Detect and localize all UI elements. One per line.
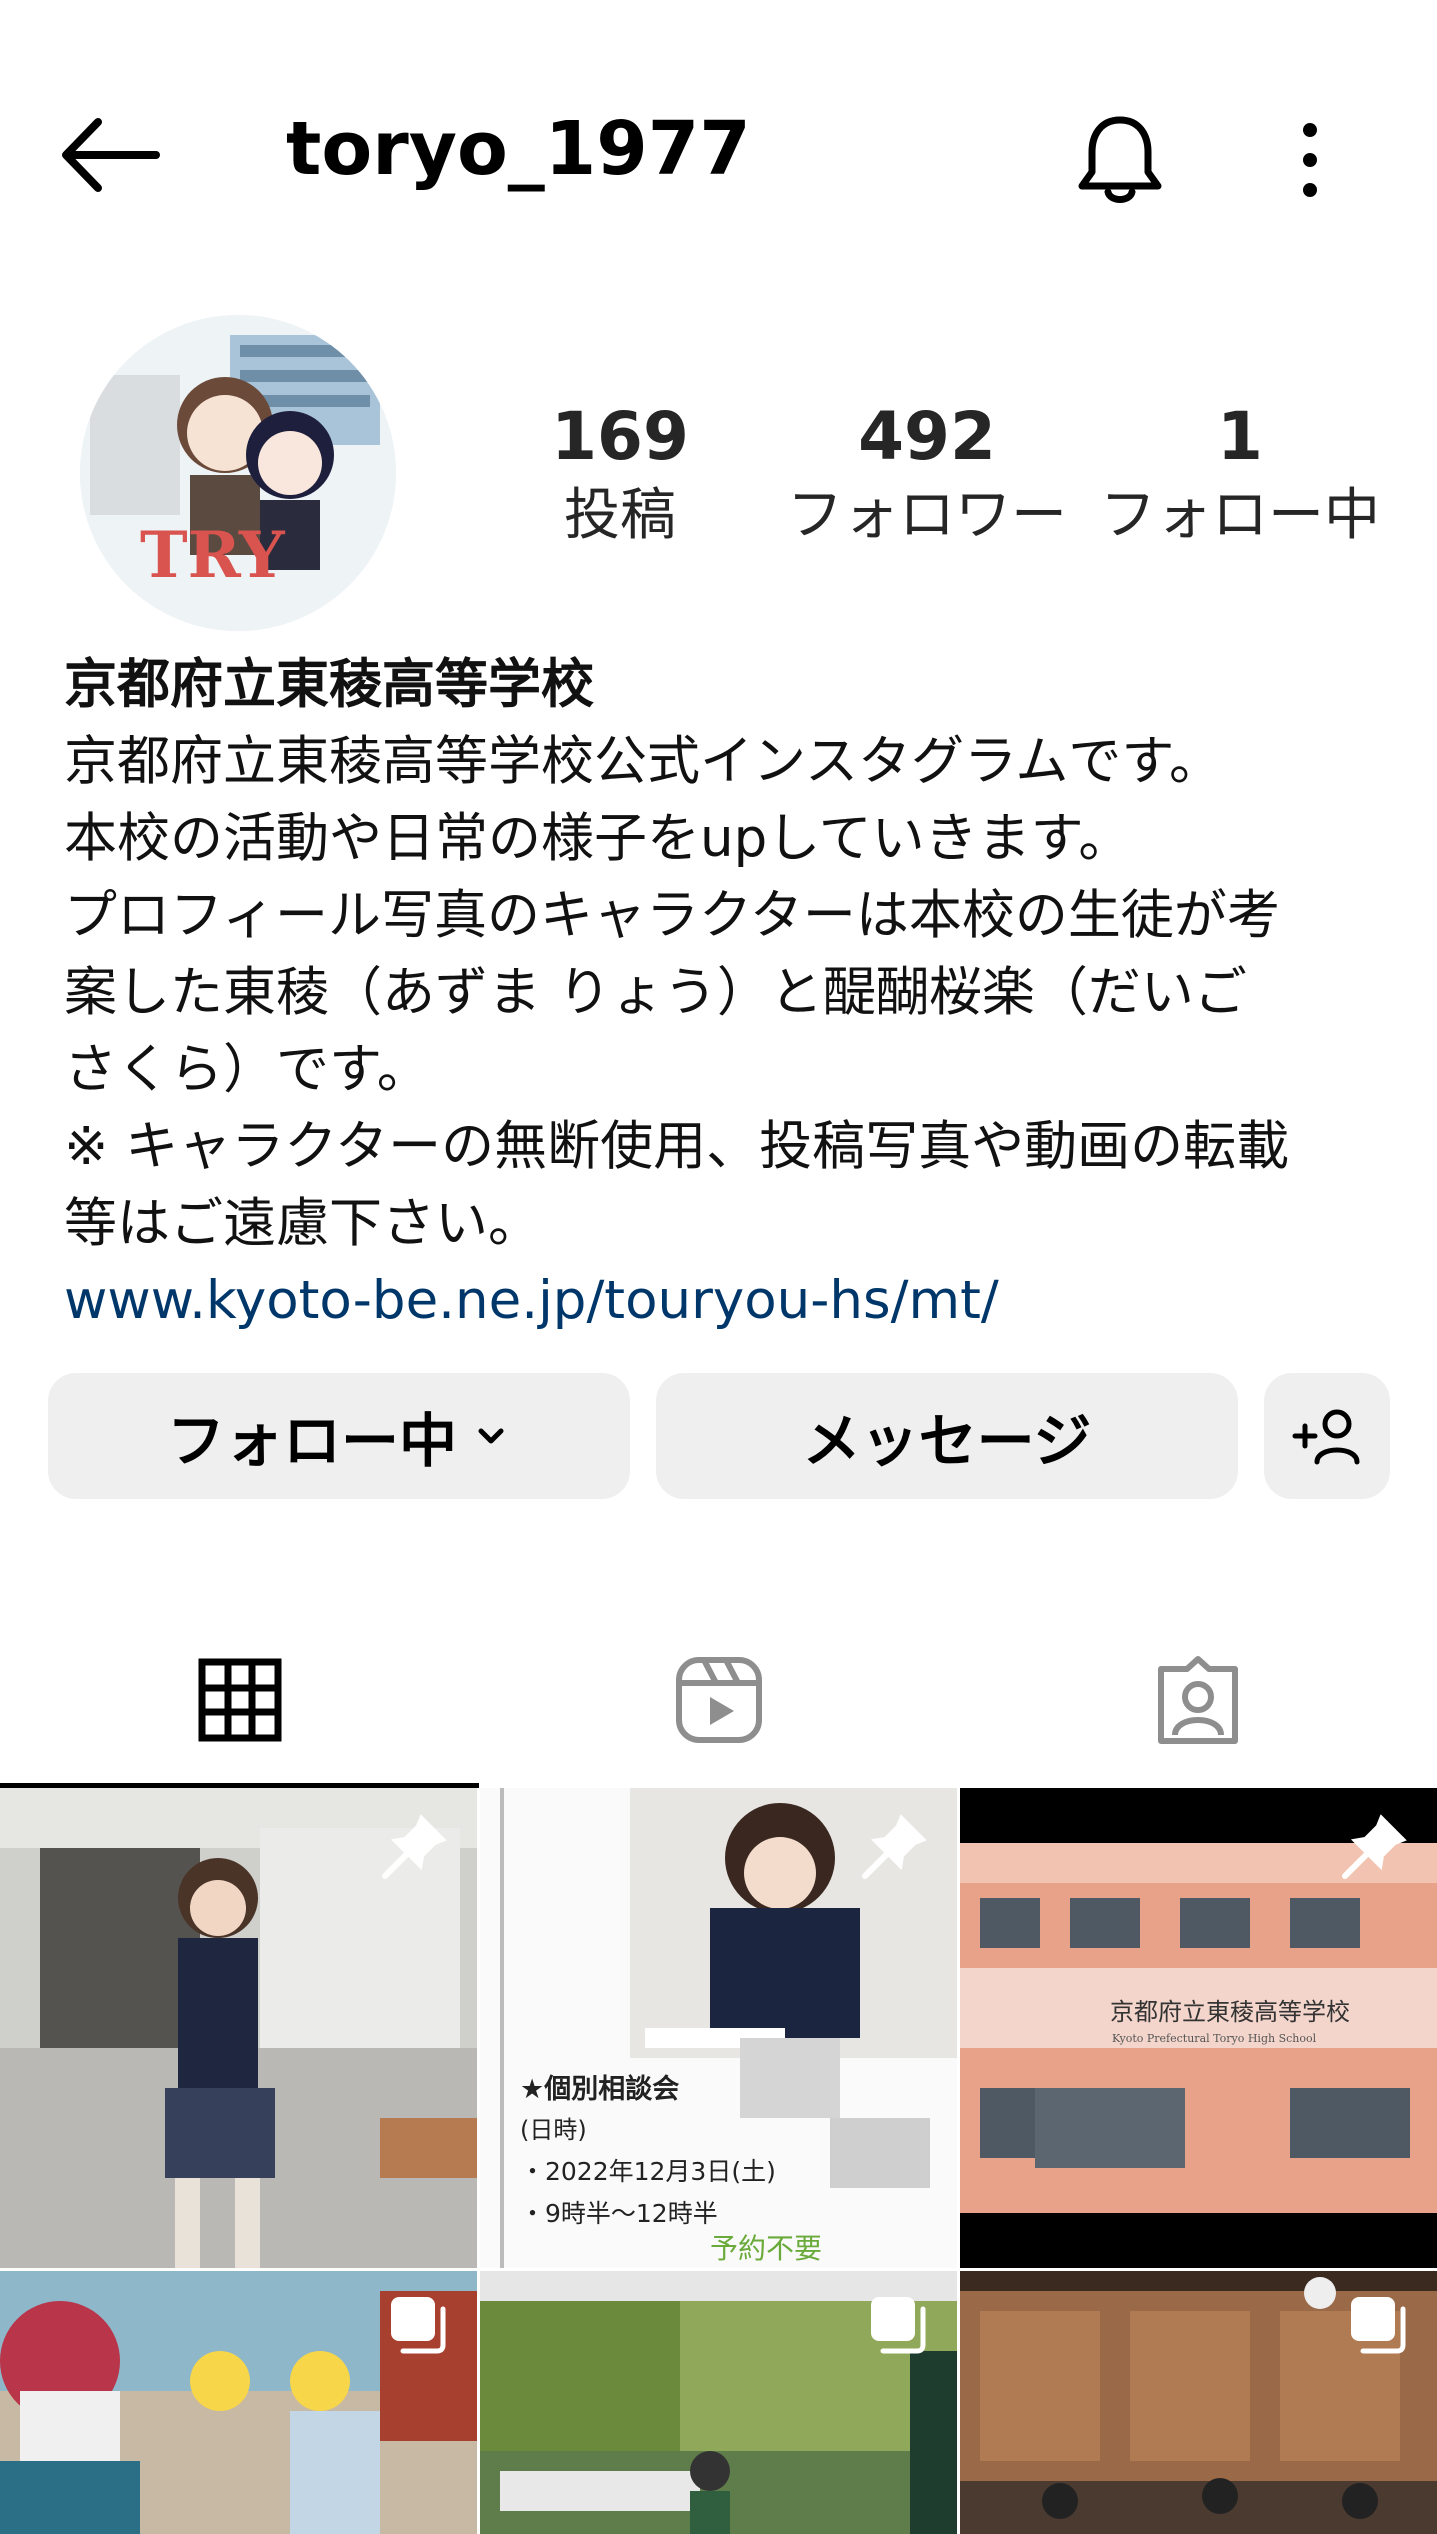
multiple-photos-icon	[871, 2297, 926, 2354]
profile-bio: 京都府立東稜高等学校 京都府立東稜高等学校公式インスタグラムです。 本校の活動や…	[64, 646, 1404, 1339]
svg-text:・2022年12月3日(土): ・2022年12月3日(土)	[520, 2157, 776, 2186]
following-button-label: フォロー中	[166, 1407, 457, 1475]
bio-line: 京都府立東稜高等学校公式インスタグラムです。	[64, 731, 1223, 792]
svg-text:TRY: TRY	[140, 518, 286, 593]
back-button[interactable]	[56, 110, 166, 200]
posts-count-value: 169	[551, 398, 689, 475]
post-thumbnail[interactable]	[960, 2271, 1437, 2534]
svg-text:★個別相談会: ★個別相談会	[520, 2073, 679, 2105]
svg-text:京都府立東稜高等学校: 京都府立東稜高等学校	[1110, 1998, 1350, 2026]
tab-posts-grid[interactable]	[0, 1610, 479, 1790]
followers-count-value: 492	[858, 398, 996, 475]
pin-icon	[862, 1814, 927, 1879]
reels-icon	[675, 1657, 762, 1743]
post-thumbnail[interactable]: 京都府立東稜高等学校 Kyoto Prefectural Toryo High …	[960, 1788, 1437, 2268]
message-button[interactable]: メッセージ	[656, 1373, 1238, 1499]
top-bar: toryo_1977	[0, 0, 1437, 300]
post-thumbnail[interactable]	[0, 1788, 477, 2268]
more-options-button[interactable]	[1280, 110, 1340, 210]
multiple-photos-icon	[1351, 2297, 1406, 2354]
more-vertical-icon	[1303, 123, 1317, 197]
profile-avatar[interactable]: TRY	[80, 315, 396, 631]
bio-line: 等はご遠慮下さい。	[64, 1193, 541, 1254]
following-button[interactable]: フォロー中	[48, 1373, 630, 1499]
tab-tagged[interactable]	[958, 1610, 1437, 1790]
profile-stats: 169 投稿 492 フォロワー 1 フォロー中	[520, 395, 1400, 565]
grid-icon	[198, 1658, 281, 1742]
suggested-users-button[interactable]	[1264, 1373, 1390, 1499]
posts-grid: ★個別相談会 (日時) ・2022年12月3日(土) ・9時半〜12時半 予約不…	[0, 1788, 1437, 2534]
posts-count-label: 投稿	[564, 483, 676, 548]
bell-icon	[1078, 116, 1162, 203]
bio-line: 本校の活動や日常の様子をupしていきます。	[64, 808, 1132, 869]
avatar-illustration: TRY	[80, 315, 396, 631]
svg-text:(日時): (日時)	[520, 2116, 587, 2144]
profile-username: toryo_1977	[286, 106, 751, 192]
bio-line: さくら）です。	[64, 1039, 430, 1100]
svg-text:予約不要: 予約不要	[710, 2232, 822, 2265]
post-thumbnail[interactable]: ★個別相談会 (日時) ・2022年12月3日(土) ・9時半〜12時半 予約不…	[480, 1788, 957, 2268]
post-thumbnail[interactable]	[480, 2271, 957, 2534]
followers-count[interactable]: 492 フォロワー	[782, 395, 1072, 553]
profile-tabs	[0, 1610, 1437, 1790]
following-count-value: 1	[1217, 398, 1263, 475]
following-count[interactable]: 1 フォロー中	[1090, 395, 1390, 553]
tab-reels[interactable]	[479, 1610, 958, 1790]
following-count-label: フォロー中	[1100, 483, 1380, 548]
svg-text:Kyoto Prefectural Toryo High S: Kyoto Prefectural Toryo High School	[1112, 2032, 1317, 2045]
post-thumbnail[interactable]	[0, 2271, 477, 2534]
tagged-icon	[1157, 1656, 1238, 1744]
bio-line: ※ キャラクターの無断使用、投稿写真や動画の転載	[64, 1116, 1290, 1177]
notifications-button[interactable]	[1070, 110, 1170, 210]
chevron-down-icon	[478, 1428, 504, 1444]
bio-website-link[interactable]: www.kyoto-be.ne.jp/touryou-hs/mt/	[64, 1262, 1404, 1339]
pin-icon	[382, 1814, 447, 1879]
multiple-photos-icon	[391, 2297, 446, 2354]
posts-count[interactable]: 169 投稿	[520, 395, 720, 553]
bio-line: プロフィール写真のキャラクターは本校の生徒が考	[64, 885, 1280, 946]
pin-icon	[1342, 1814, 1407, 1879]
message-button-label: メッセージ	[802, 1407, 1092, 1475]
svg-text:・9時半〜12時半: ・9時半〜12時半	[520, 2199, 718, 2228]
followers-count-label: フォロワー	[787, 483, 1067, 548]
arrow-left-icon	[62, 118, 160, 192]
profile-display-name: 京都府立東稜高等学校	[64, 654, 594, 715]
bio-line: 案した東稜（あずま りょう）と醍醐桜楽（だいご	[64, 962, 1247, 1023]
add-user-icon	[1292, 1409, 1360, 1465]
